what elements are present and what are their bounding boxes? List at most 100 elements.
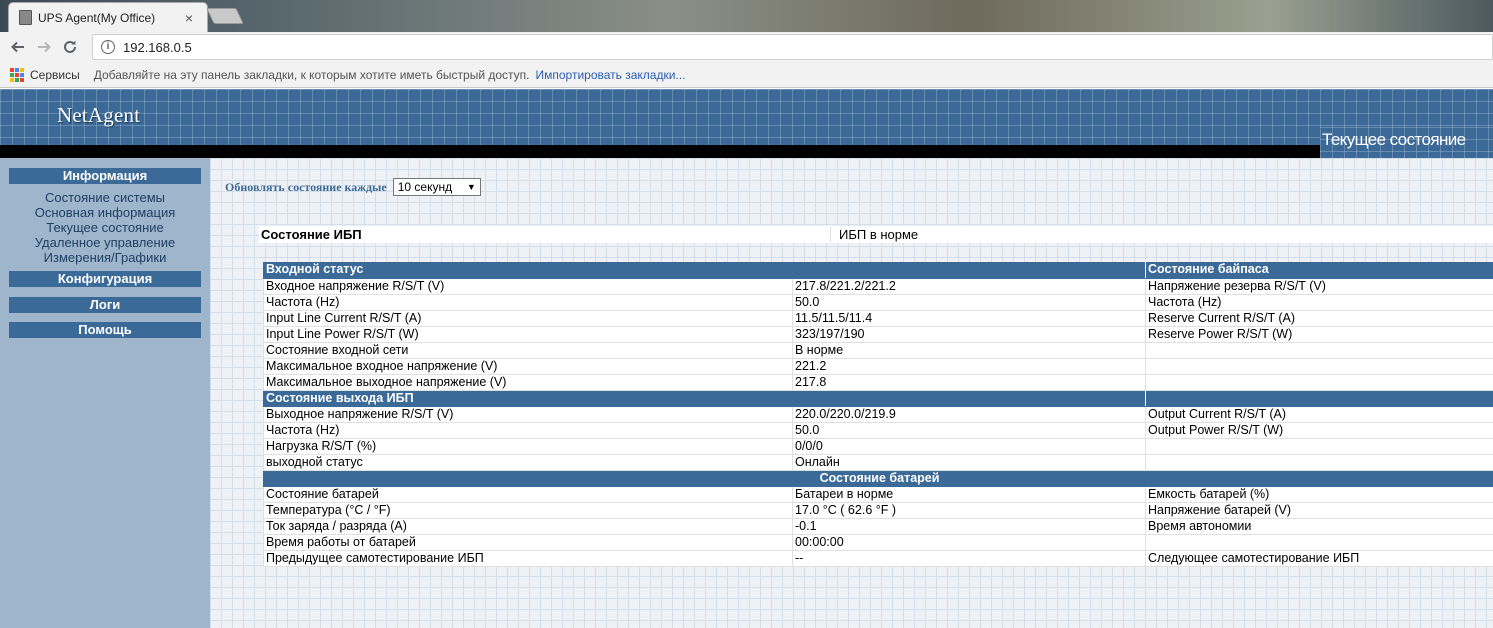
row-label: Частота (Hz) <box>263 294 793 311</box>
battery-section-title: Состояние батарей <box>263 470 1493 487</box>
menu-link-measurements[interactable]: Измерения/Графики <box>0 250 210 265</box>
row-label: Температура (°C / °F) <box>263 502 793 519</box>
table-row: Выходное напряжение R/S/T (V) 220.0/220.… <box>263 406 1493 423</box>
row-value: 17.0 °C ( 62.6 °F ) <box>792 502 1146 519</box>
browser-tab-active[interactable]: UPS Agent(My Office) × <box>8 2 208 32</box>
table-row: Input Line Power R/S/T (W) 323/197/190 R… <box>263 326 1493 343</box>
table-row: Input Line Current R/S/T (A) 11.5/11.5/1… <box>263 310 1493 327</box>
row-value: Онлайн <box>792 454 1146 471</box>
site-info-icon[interactable]: i <box>101 40 115 54</box>
new-tab-button[interactable] <box>206 8 244 24</box>
row-value: 00:00:00 <box>792 534 1146 551</box>
url-text[interactable]: 192.168.0.5 <box>123 40 192 55</box>
ups-status-label: Состояние ИБП <box>259 227 831 242</box>
tab-title: UPS Agent(My Office) <box>38 10 156 25</box>
ups-status-value: ИБП в норме <box>839 227 919 242</box>
dropdown-arrow-icon: ▼ <box>466 182 476 192</box>
row-value: 50.0 <box>792 422 1146 439</box>
table-row: Частота (Hz) 50.0 Output Power R/S/T (W) <box>263 422 1493 439</box>
battery-section-header: Состояние батарей <box>263 470 1493 487</box>
table-row: Температура (°C / °F) 17.0 °C ( 62.6 °F … <box>263 502 1493 519</box>
row-label: Input Line Current R/S/T (A) <box>263 310 793 327</box>
refresh-control: Обновлять состояние каждые 10 секунд ▼ <box>225 178 481 196</box>
input-section-title: Входной статус <box>263 262 793 279</box>
back-button[interactable] <box>5 34 31 60</box>
table-row: Ток заряда / разряда (A) -0.1 Время авто… <box>263 518 1493 535</box>
row-value: -0.1 <box>792 518 1146 535</box>
row-label: Входное напряжение R/S/T (V) <box>263 278 793 295</box>
row-value: 0/0/0 <box>792 438 1146 455</box>
menu-help-header[interactable]: Помощь <box>9 322 201 338</box>
table-row: Предыдущее самотестирование ИБП -- Следу… <box>263 550 1493 567</box>
row-extra <box>1145 438 1493 455</box>
row-value: 217.8 <box>792 374 1146 391</box>
row-label: Максимальное выходное напряжение (V) <box>263 374 793 391</box>
table-row: Состояние входной сети В норме <box>263 342 1493 359</box>
output-section-title: Состояние выхода ИБП <box>263 390 793 407</box>
bookmarks-apps-link[interactable]: Сервисы <box>30 68 80 82</box>
browser-tabstrip: UPS Agent(My Office) × <box>0 0 1493 32</box>
menu-link-system-status[interactable]: Состояние системы <box>0 190 210 205</box>
row-value: В норме <box>792 342 1146 359</box>
table-row: Частота (Hz) 50.0 Частота (Hz) <box>263 294 1493 311</box>
row-label: Максимальное входное напряжение (V) <box>263 358 793 375</box>
row-value: 217.8/221.2/221.2 <box>792 278 1146 295</box>
apps-grid-icon[interactable] <box>10 67 24 82</box>
forward-button[interactable] <box>31 34 57 60</box>
table-row: выходной статус Онлайн <box>263 454 1493 471</box>
browser-toolbar: i 192.168.0.5 <box>0 32 1493 62</box>
menu-logs-header[interactable]: Логи <box>9 297 201 313</box>
row-extra: Output Power R/S/T (W) <box>1145 422 1493 439</box>
table-row: Нагрузка R/S/T (%) 0/0/0 <box>263 438 1493 455</box>
row-value: -- <box>792 550 1146 567</box>
status-table: Входной статус Состояние байпаса Входное… <box>263 262 1493 567</box>
row-value: Батареи в норме <box>792 486 1146 503</box>
menu-link-remote-control[interactable]: Удаленное управление <box>0 235 210 250</box>
address-bar[interactable]: i 192.168.0.5 <box>92 34 1493 60</box>
row-label: Нагрузка R/S/T (%) <box>263 438 793 455</box>
refresh-interval-value: 10 секунд <box>397 180 453 194</box>
header-banner: NetAgent <box>0 89 1493 145</box>
menu-link-current-status[interactable]: Текущее состояние <box>0 220 210 235</box>
row-value: 220.0/220.0/219.9 <box>792 406 1146 423</box>
reload-icon <box>64 40 76 53</box>
tab-close-icon[interactable]: × <box>181 10 197 26</box>
table-row: Состояние батарей Батареи в норме Емкост… <box>263 486 1493 503</box>
import-bookmarks-link[interactable]: Импортировать закладки... <box>536 68 686 82</box>
row-label: Частота (Hz) <box>263 422 793 439</box>
menu-info-links: Состояние системы Основная информация Те… <box>0 190 210 265</box>
row-label: Выходное напряжение R/S/T (V) <box>263 406 793 423</box>
bookmarks-bar: Сервисы Добавляйте на эту панель закладк… <box>0 62 1493 88</box>
row-extra <box>1145 454 1493 471</box>
menu-info-header[interactable]: Информация <box>9 168 201 184</box>
row-value: 11.5/11.5/11.4 <box>792 310 1146 327</box>
row-label: Время работы от батарей <box>263 534 793 551</box>
menu-config-header[interactable]: Конфигурация <box>9 271 201 287</box>
refresh-label: Обновлять состояние каждые <box>225 179 387 194</box>
refresh-interval-select[interactable]: 10 секунд ▼ <box>392 178 481 196</box>
row-label: Состояние батарей <box>263 486 793 503</box>
header-divider-bar <box>0 145 1320 158</box>
page-favicon-icon <box>19 10 32 25</box>
row-value: 221.2 <box>792 358 1146 375</box>
forward-arrow-icon <box>38 41 51 53</box>
row-label: Input Line Power R/S/T (W) <box>263 326 793 343</box>
input-section-header: Входной статус Состояние байпаса <box>263 262 1493 279</box>
reload-button[interactable] <box>57 34 83 60</box>
row-extra: Напряжение батарей (V) <box>1145 502 1493 519</box>
row-extra: Частота (Hz) <box>1145 294 1493 311</box>
row-extra <box>1145 534 1493 551</box>
row-label: Состояние входной сети <box>263 342 793 359</box>
table-row: Максимальное входное напряжение (V) 221.… <box>263 358 1493 375</box>
row-label: Предыдущее самотестирование ИБП <box>263 550 793 567</box>
row-extra <box>1145 358 1493 375</box>
output-section-header: Состояние выхода ИБП <box>263 390 1493 407</box>
row-extra: Емкость батарей (%) <box>1145 486 1493 503</box>
bypass-section-title: Состояние байпаса <box>1145 262 1493 279</box>
row-value: 50.0 <box>792 294 1146 311</box>
row-extra: Время автономии <box>1145 518 1493 535</box>
ups-status-row: Состояние ИБП ИБП в норме <box>259 226 1493 243</box>
web-page: NetAgent Текущее состояние Информация Со… <box>0 89 1493 628</box>
menu-link-basic-info[interactable]: Основная информация <box>0 205 210 220</box>
row-extra: Следующее самотестирование ИБП <box>1145 550 1493 567</box>
